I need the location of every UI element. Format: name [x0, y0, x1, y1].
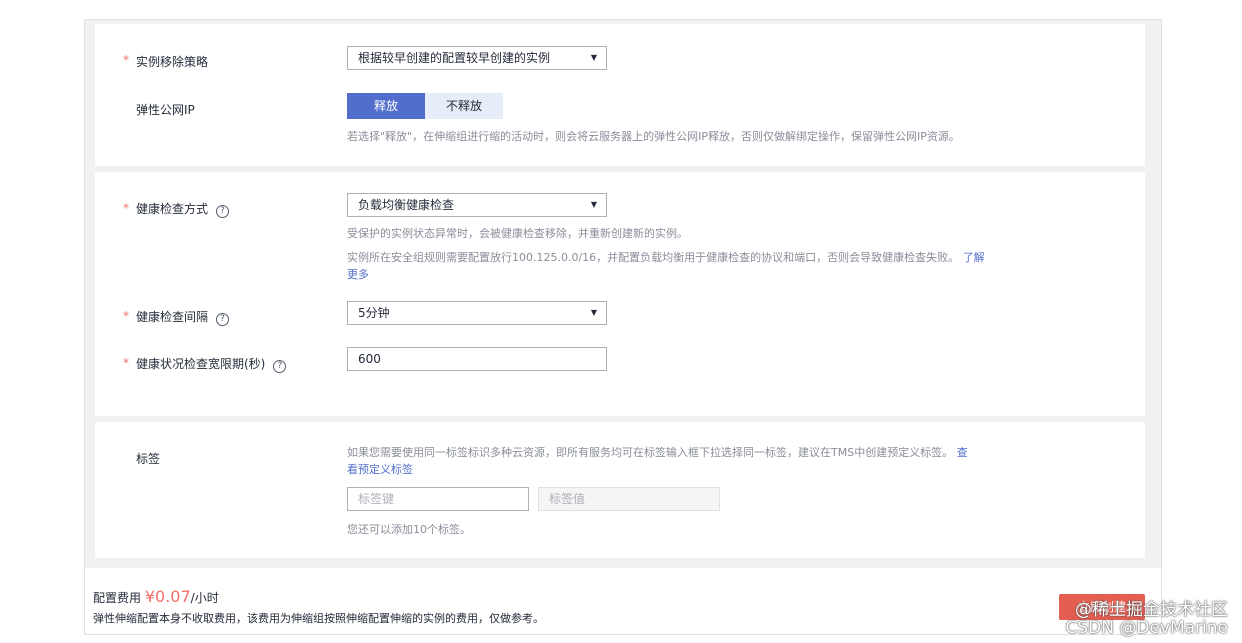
- removal-section: * 实例移除策略 根据较早创建的配置较早创建的实例 ▼ 弹性公网IP 释放 不释…: [95, 24, 1145, 166]
- removal-policy-select[interactable]: 根据较早创建的配置较早创建的实例 ▼: [347, 46, 607, 70]
- removal-policy-value: 根据较早创建的配置较早创建的实例: [358, 51, 551, 65]
- fee-note: 弹性伸缩配置本身不收取费用，该费用为伸缩组按照伸缩配置伸缩的实例的费用，仅做参考…: [93, 612, 544, 625]
- chevron-down-icon: ▼: [590, 53, 597, 62]
- learn-more-link-cont[interactable]: 更多: [347, 266, 369, 282]
- required-mark: *: [123, 356, 129, 370]
- fee-summary: 配置费用 ¥0.07/小时: [93, 587, 219, 606]
- help-icon[interactable]: ?: [273, 360, 287, 373]
- help-icon[interactable]: ?: [216, 205, 230, 218]
- required-mark: *: [123, 309, 129, 323]
- chevron-down-icon: ▼: [590, 200, 597, 209]
- health-interval-value: 5分钟: [358, 306, 390, 320]
- watermark-line-1: @稀土掘金技术社区: [1075, 600, 1228, 620]
- eip-hint: 若选择"释放"，在伸缩组进行缩的活动时，则会将云服务器上的弹性公网IP释放，否则…: [347, 130, 960, 143]
- view-predefined-tags-link-cont[interactable]: 看预定义标签: [347, 461, 413, 477]
- health-method-hint-2: 实例所在安全组规则需要配置放行100.125.0.0/16，并配置负载均衡用于健…: [347, 249, 985, 265]
- eip-toggle: 释放 不释放: [347, 93, 503, 119]
- footer-bar: 配置费用 ¥0.07/小时 弹性伸缩配置本身不收取费用，该费用为伸缩组按照伸缩配…: [85, 568, 1161, 634]
- tag-value-input: 标签值: [538, 487, 720, 511]
- fee-unit: /小时: [190, 591, 219, 605]
- grace-period-label-text: 健康状况检查宽限期(秒): [136, 357, 266, 371]
- help-icon[interactable]: ?: [216, 313, 230, 326]
- tags-hint-text: 如果您需要使用同一标签标识多种云资源，即所有服务均可在标签输入框下拉选择同一标签…: [347, 446, 954, 459]
- tags-remaining: 您还可以添加10个标签。: [347, 523, 471, 536]
- health-method-label: 健康检查方式?: [136, 200, 230, 218]
- policy-label: 实例移除策略: [136, 55, 209, 69]
- tags-label: 标签: [136, 452, 161, 466]
- health-interval-label-text: 健康检查间隔: [136, 310, 209, 324]
- health-interval-label: 健康检查间隔?: [136, 308, 230, 326]
- health-check-section: * 健康检查方式? 负载均衡健康检查 ▼ 受保护的实例状态异常时，会被健康检查移…: [95, 172, 1145, 416]
- tag-key-input[interactable]: 标签键: [347, 487, 529, 511]
- eip-keep-option[interactable]: 不释放: [425, 93, 503, 119]
- watermark: @稀土掘金技术社区 CSDN @DevMarine: [1065, 601, 1228, 637]
- health-method-value: 负载均衡健康检查: [358, 198, 455, 212]
- grace-period-input[interactable]: 600: [347, 347, 607, 371]
- health-method-hint-1: 受保护的实例状态异常时，会被健康检查移除，并重新创建新的实例。: [347, 227, 688, 240]
- tags-section: 标签 如果您需要使用同一标签标识多种云资源，即所有服务均可在标签输入框下拉选择同…: [95, 422, 1145, 558]
- health-method-label-text: 健康检查方式: [136, 202, 209, 216]
- eip-label: 弹性公网IP: [136, 103, 195, 117]
- grace-period-label: 健康状况检查宽限期(秒)?: [136, 355, 287, 373]
- watermark-line-2: CSDN @DevMarine: [1065, 618, 1228, 638]
- tags-hint: 如果您需要使用同一标签标识多种云资源，即所有服务均可在标签输入框下拉选择同一标签…: [347, 444, 968, 460]
- learn-more-link[interactable]: 了解: [963, 251, 985, 264]
- health-interval-select[interactable]: 5分钟 ▼: [347, 301, 607, 325]
- required-mark: *: [123, 201, 129, 215]
- health-method-hint-2-text: 实例所在安全组规则需要配置放行100.125.0.0/16，并配置负载均衡用于健…: [347, 251, 960, 264]
- fee-price: ¥0.07: [144, 587, 191, 606]
- view-predefined-tags-link[interactable]: 查: [957, 446, 968, 459]
- chevron-down-icon: ▼: [590, 308, 597, 317]
- form-frame: * 实例移除策略 根据较早创建的配置较早创建的实例 ▼ 弹性公网IP 释放 不释…: [84, 19, 1162, 635]
- required-mark: *: [123, 53, 129, 67]
- fee-label: 配置费用: [93, 591, 142, 605]
- eip-release-option[interactable]: 释放: [347, 93, 425, 119]
- health-method-select[interactable]: 负载均衡健康检查 ▼: [347, 193, 607, 217]
